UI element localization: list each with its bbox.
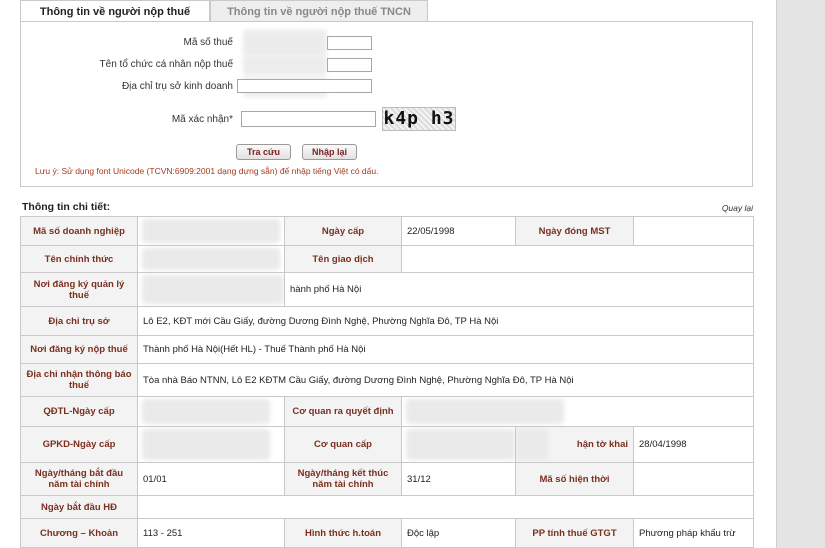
back-link[interactable]: Quay lại <box>722 203 753 213</box>
issue-date-label: Ngày cấp <box>284 216 402 246</box>
org-name-label: Tên tổ chức cá nhân nộp thuế <box>99 59 233 70</box>
table-row: Nơi đăng ký quản lý thuế hành phố Hà Nội <box>20 272 754 307</box>
fiscal-year-start-label: Ngày/tháng bắt đầu năm tài chính <box>20 462 138 496</box>
redacted-org-name <box>243 55 327 75</box>
trade-name-value <box>401 245 754 273</box>
closing-date-label: Ngày đóng MST <box>515 216 634 246</box>
main-page: Thông tin về người nộp thuế Thông tin về… <box>0 0 777 548</box>
current-tax-code-value <box>633 462 754 496</box>
captcha-input[interactable] <box>241 111 376 127</box>
captcha-label: Mã xác nhận* <box>171 114 233 125</box>
tab-personal-income-taxpayer[interactable]: Thông tin về người nộp thuế TNCN <box>210 0 428 22</box>
operation-start-value <box>137 495 754 519</box>
enterprise-code-value <box>137 216 285 246</box>
vat-method-value: Phương pháp khấu trừ <box>633 518 754 548</box>
business-license-label: GPKD-Ngày cấp <box>20 426 138 463</box>
official-name-value <box>137 245 285 273</box>
decision-authority-value <box>401 396 754 427</box>
tax-registration-place-blur <box>137 272 285 307</box>
vat-method-label: PP tính thuế GTGT <box>515 518 634 548</box>
accounting-form-value: Độc lập <box>401 518 516 548</box>
table-row: Địa chỉ nhận thông báo thuế Tòa nhà Báo … <box>20 363 754 397</box>
accounting-form-label: Hình thức h.toán <box>284 518 402 548</box>
table-row: Tên chính thức Tên giao dịch <box>20 245 754 273</box>
trade-name-label: Tên giao dịch <box>284 245 402 273</box>
tax-registration-place-value: hành phố Hà Nội <box>284 272 754 307</box>
establishment-decision-label: QĐTL-Ngày cấp <box>20 396 138 427</box>
current-tax-code-label: Mã số hiện thời <box>515 462 634 496</box>
official-name-label: Tên chính thức <box>20 245 138 273</box>
tax-payment-place-value: Thành phố Hà Nội(Hết HL) - Thuế Thành ph… <box>137 335 754 364</box>
address-input[interactable] <box>237 79 372 93</box>
details-title: Thông tin chi tiết: <box>22 201 111 213</box>
declaration-receipt-value: 28/04/1998 <box>633 426 754 463</box>
reset-button[interactable]: Nhập lại <box>302 144 357 160</box>
table-row: Nơi đăng ký nộp thuế Thành phố Hà Nội(Hế… <box>20 335 754 364</box>
fiscal-year-end-value: 31/12 <box>401 462 516 496</box>
org-name-input[interactable] <box>327 58 372 72</box>
operation-start-label: Ngày bắt đầu HĐ <box>20 495 138 519</box>
business-license-value <box>137 426 285 463</box>
address-label: Địa chỉ trụ sở kinh doanh <box>121 81 233 92</box>
issuing-authority-label: Cơ quan cấp <box>284 426 402 463</box>
tax-payment-place-label: Nơi đăng ký nộp thuế <box>20 335 138 364</box>
tab-taxpayer-info[interactable]: Thông tin về người nộp thuế <box>20 0 210 22</box>
chapter-section-label: Chương – Khoản <box>20 518 138 548</box>
captcha-image: k4p h3 <box>382 107 456 131</box>
search-button[interactable]: Tra cứu <box>236 144 291 160</box>
notice-address-label: Địa chỉ nhận thông báo thuế <box>20 363 138 397</box>
details-table: Mã số doanh nghiệp Ngày cấp 22/05/1998 N… <box>20 216 754 548</box>
decision-authority-label: Cơ quan ra quyết định <box>284 396 402 427</box>
table-row: Địa chỉ trụ sở Lô E2, KĐT mới Cầu Giấy, … <box>20 306 754 336</box>
search-form: Mã số thuế Tên tổ chức cá nhân nộp thuế … <box>20 21 753 187</box>
declaration-receipt-label: hận tờ khai <box>515 426 634 463</box>
closing-date-value <box>633 216 754 246</box>
table-row: QĐTL-Ngày cấp Cơ quan ra quyết định <box>20 396 754 427</box>
establishment-decision-value <box>137 396 285 427</box>
fiscal-year-end-label: Ngày/tháng kết thúc năm tài chính <box>284 462 402 496</box>
tax-code-input[interactable] <box>327 36 372 50</box>
right-margin <box>777 0 825 548</box>
chapter-section-value: 113 - 251 <box>137 518 285 548</box>
enterprise-code-label: Mã số doanh nghiệp <box>20 216 138 246</box>
table-row: Mã số doanh nghiệp Ngày cấp 22/05/1998 N… <box>20 216 754 246</box>
fiscal-year-start-value: 01/01 <box>137 462 285 496</box>
head-office-value: Lô E2, KĐT mới Cầu Giấy, đường Dương Đìn… <box>137 306 754 336</box>
head-office-label: Địa chỉ trụ sở <box>20 306 138 336</box>
issuing-authority-value <box>401 426 516 463</box>
table-row: Chương – Khoản 113 - 251 Hình thức h.toá… <box>20 518 754 548</box>
notice-address-value: Tòa nhà Báo NTNN, Lô E2 KĐTM Cầu Giấy, đ… <box>137 363 754 397</box>
table-row: Ngày/tháng bắt đầu năm tài chính 01/01 N… <box>20 462 754 496</box>
table-row: GPKD-Ngày cấp Cơ quan cấp hận tờ khai 28… <box>20 426 754 463</box>
redacted-tax-code <box>243 30 327 56</box>
tax-registration-place-label: Nơi đăng ký quản lý thuế <box>20 272 138 307</box>
table-row: Ngày bắt đầu HĐ <box>20 495 754 519</box>
tax-code-label: Mã số thuế <box>183 37 233 48</box>
issue-date-value: 22/05/1998 <box>401 216 516 246</box>
unicode-note: Lưu ý: Sử dụng font Unicode (TCVN:6909:2… <box>35 166 379 176</box>
